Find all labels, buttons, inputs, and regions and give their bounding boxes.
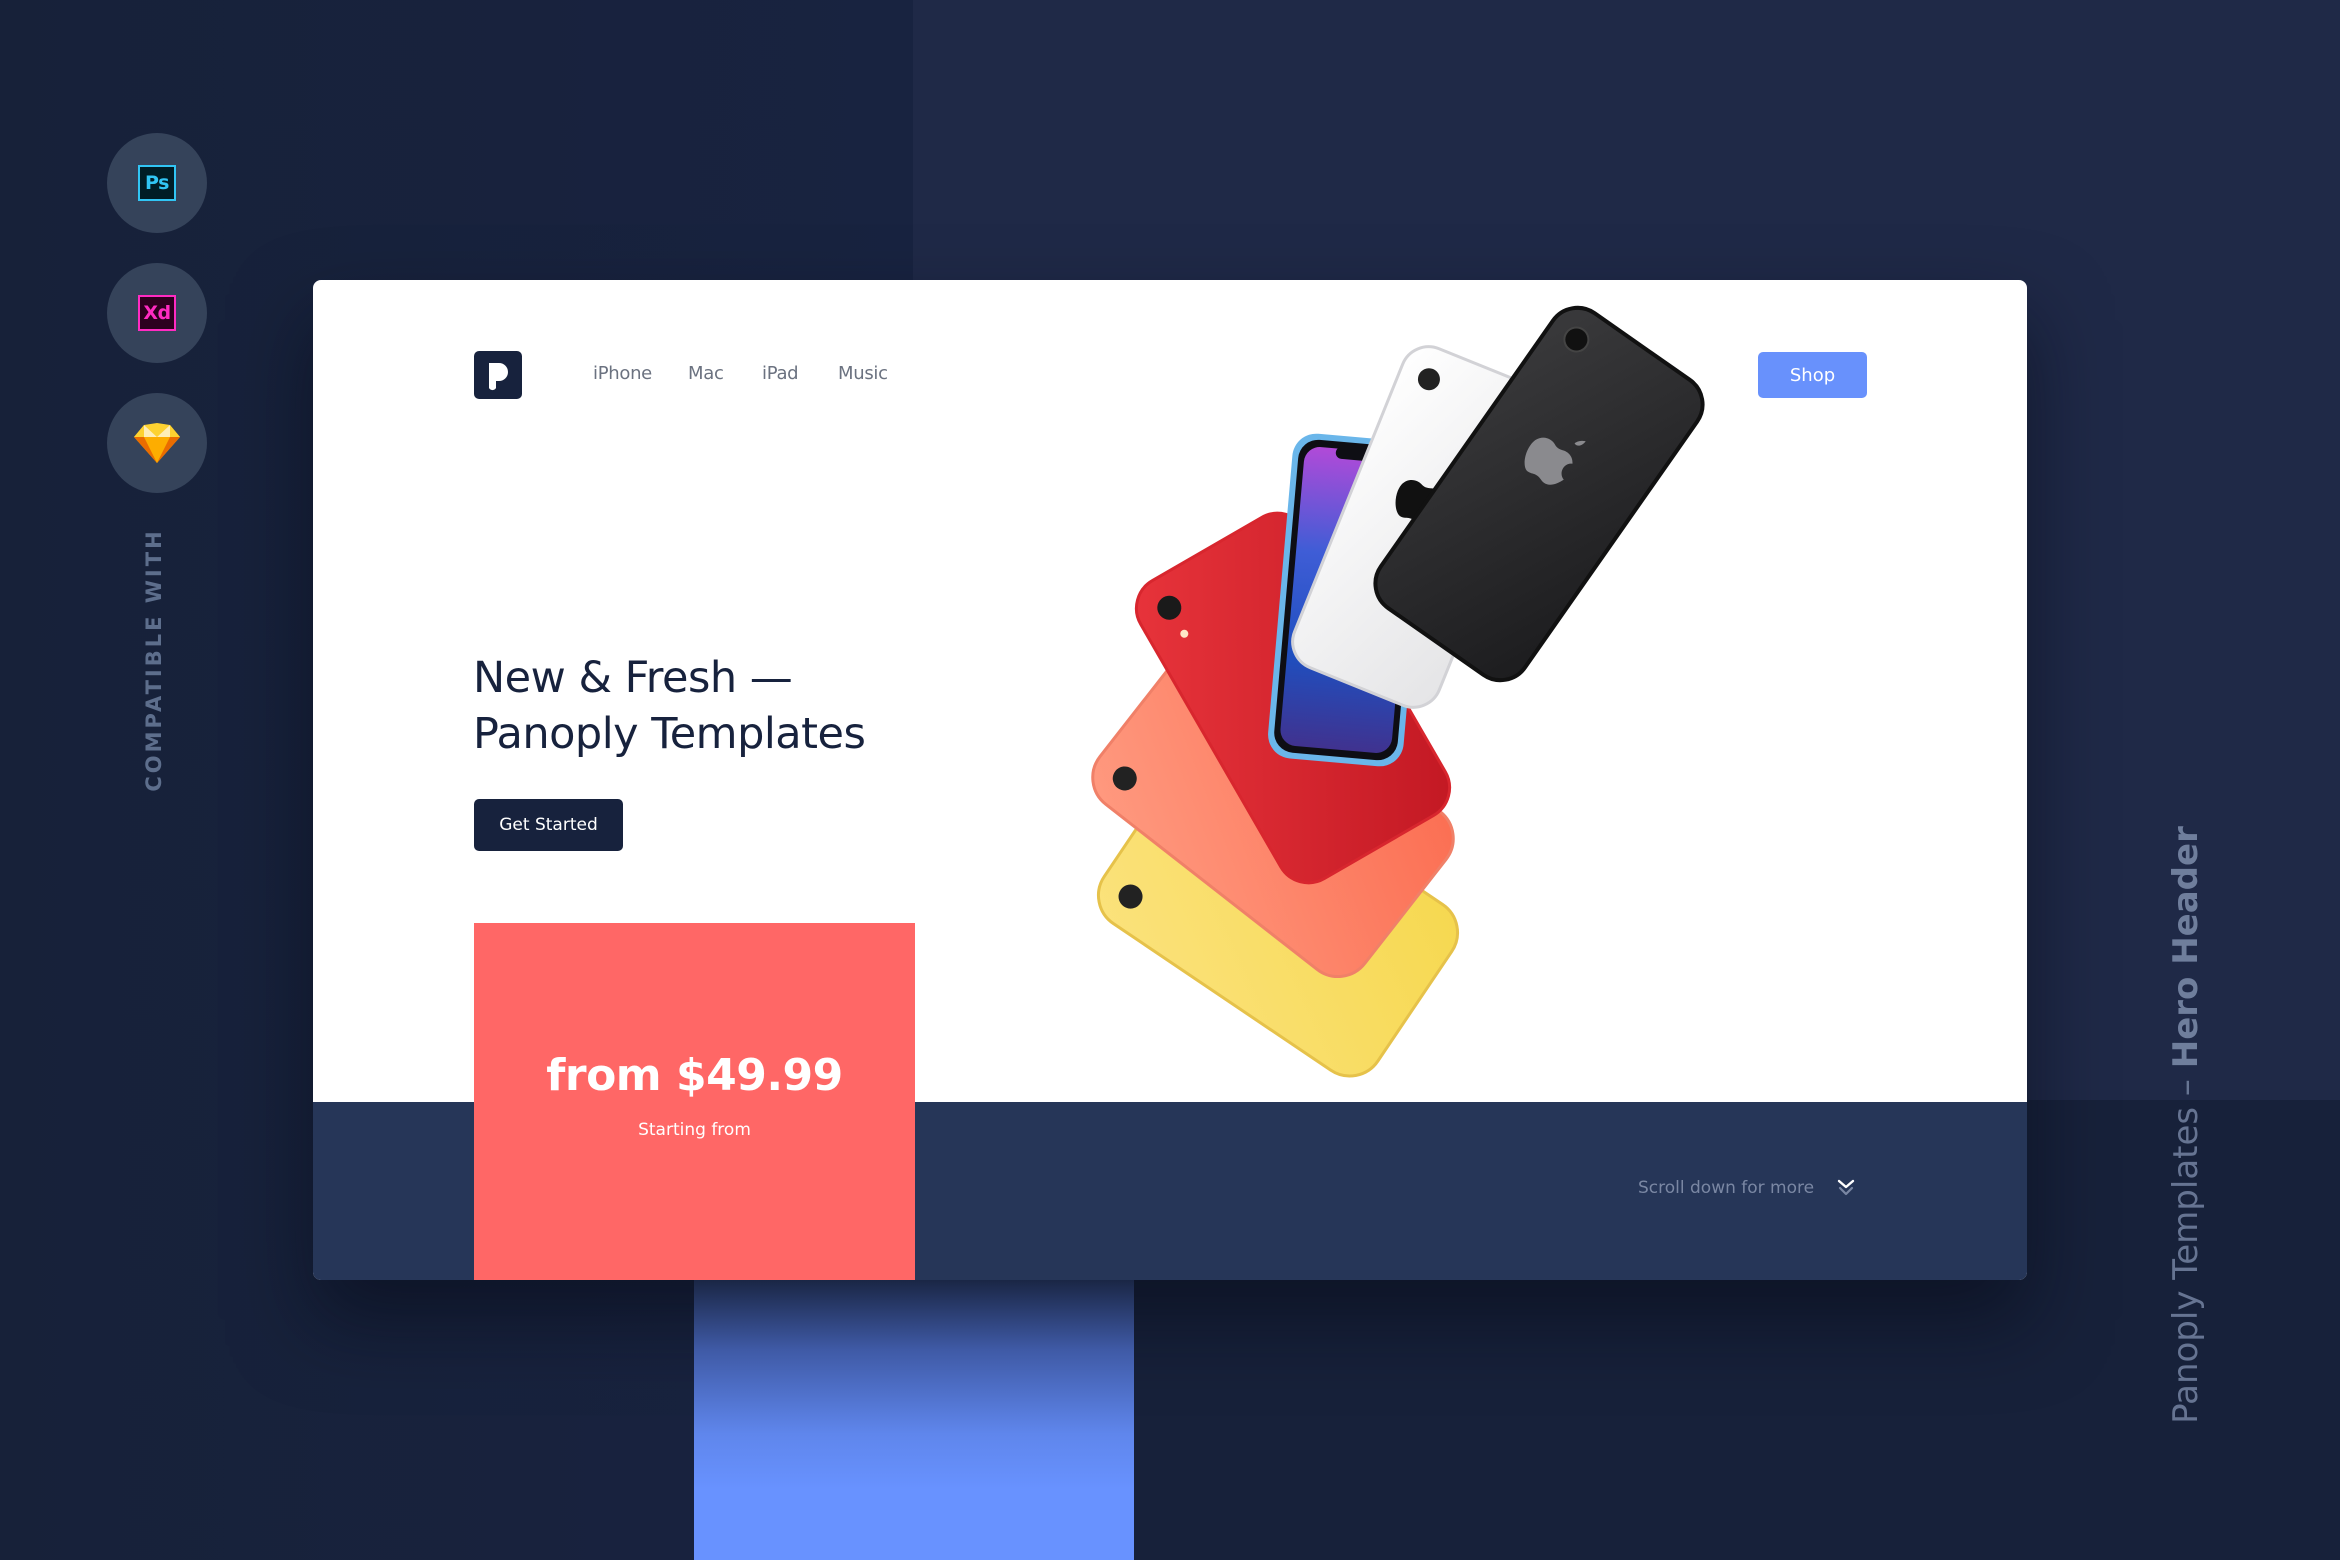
scroll-down-label: Scroll down for more	[1638, 1178, 1815, 1198]
get-started-button[interactable]: Get Started	[474, 799, 623, 851]
scroll-down-link[interactable]: Scroll down for more	[1638, 1178, 1856, 1198]
price-value: from $49.99	[546, 1050, 843, 1101]
price-caption: Starting from	[638, 1120, 751, 1140]
nav-item-ipad[interactable]: iPad	[762, 363, 799, 384]
hero-card: iPhone Mac iPad Music Shop New & Fresh —…	[313, 280, 2027, 1280]
hero-title: New & Fresh — Panoply Templates	[473, 650, 1073, 762]
photoshop-icon: Ps	[138, 165, 176, 201]
side-caption: Panoply Templates – Hero Header	[2166, 826, 2206, 1424]
sketch-badge[interactable]	[107, 393, 207, 493]
nav-item-mac[interactable]: Mac	[688, 363, 724, 384]
phone-blue	[1268, 433, 1428, 767]
nav-item-music[interactable]: Music	[838, 363, 888, 384]
xd-icon: Xd	[138, 295, 176, 331]
compatible-with-label: COMPATIBLE WITH	[142, 528, 166, 792]
hero-title-line-2: Panoply Templates	[473, 709, 866, 759]
xd-badge[interactable]: Xd	[107, 263, 207, 363]
phone-black	[1373, 305, 1705, 683]
decorative-blue-block	[694, 1280, 1134, 1560]
nav-item-iphone[interactable]: iPhone	[593, 363, 652, 384]
phone-coral	[1091, 637, 1455, 979]
double-chevron-down-icon	[1837, 1179, 1855, 1196]
price-box: from $49.99 Starting from	[474, 923, 915, 1280]
phone-yellow	[1096, 750, 1460, 1078]
panoply-logo-icon[interactable]	[474, 351, 522, 399]
side-caption-prefix: Panoply Templates –	[2166, 1068, 2206, 1424]
phone-white	[1291, 345, 1551, 709]
shop-button[interactable]: Shop	[1758, 352, 1867, 398]
photoshop-badge[interactable]: Ps	[107, 133, 207, 233]
phone-red	[1134, 511, 1452, 885]
side-caption-emphasis: Hero Header	[2166, 826, 2206, 1069]
sketch-diamond-icon	[134, 423, 180, 463]
hero-title-line-1: New & Fresh —	[473, 653, 793, 703]
